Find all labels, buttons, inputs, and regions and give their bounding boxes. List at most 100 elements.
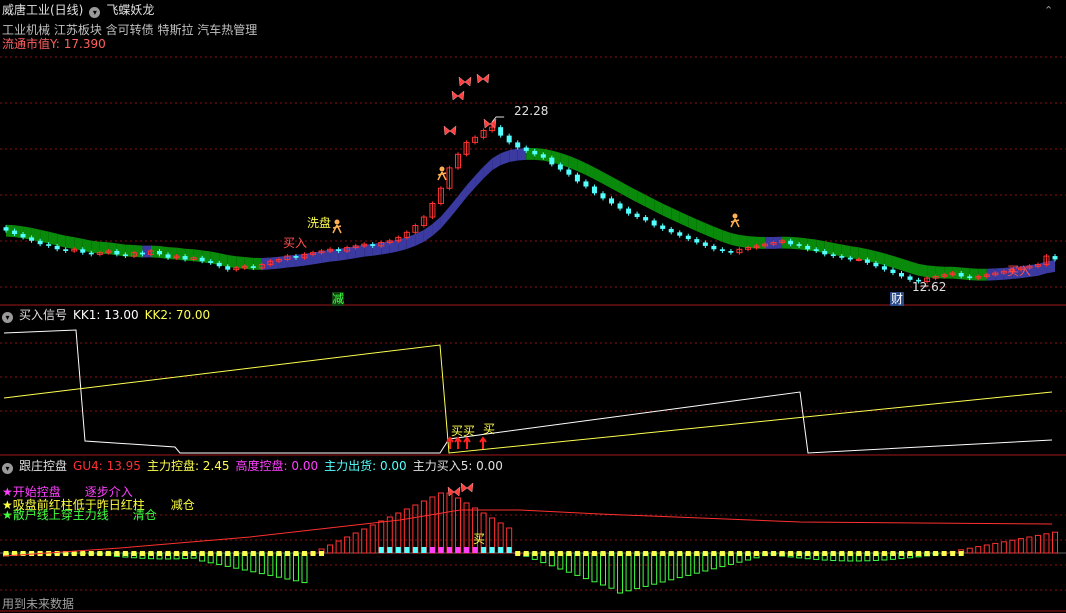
- histogram-stripe: [566, 551, 572, 556]
- ribbon-segment: [423, 224, 433, 242]
- ribbon-segment: [568, 155, 578, 172]
- legend-row-3: ★散户线上穿主力线 清仓: [2, 508, 157, 522]
- histogram-stripe: [898, 551, 904, 556]
- histogram-stripe: [310, 551, 316, 556]
- ribbon-segment: [74, 237, 83, 251]
- ribbon-segment: [611, 176, 621, 194]
- histogram-stripe: [609, 551, 615, 556]
- histogram-stripe: [677, 551, 683, 556]
- histogram-bar: [412, 504, 419, 554]
- histogram-stripe: [660, 551, 666, 556]
- histogram-stripe: [259, 551, 265, 556]
- ribbon-segment: [48, 231, 58, 246]
- finance-badge: 财: [890, 292, 905, 306]
- histogram-stripe: [941, 551, 947, 556]
- candle-body: [199, 257, 205, 262]
- histogram-bar: [369, 524, 376, 554]
- histogram-highlight: [481, 547, 487, 553]
- stock-chart-window: 威唐工业(日线) ▾ 飞蝶妖龙 工业机械 江苏板块 含可转债 特斯拉 汽车热管理 流…: [0, 0, 1066, 613]
- ribbon-segment: [295, 253, 305, 267]
- histogram-stripe: [242, 551, 248, 556]
- candle-body: [498, 127, 504, 136]
- chevron-down-icon[interactable]: ▾: [2, 312, 13, 323]
- ribbon-segment: [475, 166, 484, 188]
- candle-body: [29, 237, 35, 241]
- candle-body: [182, 256, 188, 260]
- candle-body: [46, 244, 52, 246]
- histogram-stripe: [174, 551, 180, 556]
- candle-body: [80, 249, 86, 253]
- histogram-stripe: [250, 551, 256, 556]
- butterfly-icon: [443, 125, 457, 136]
- histogram-bar: [446, 492, 453, 554]
- candle-body: [506, 135, 512, 143]
- candle-body: [719, 249, 725, 251]
- panel3-name[interactable]: 跟庄控盘: [19, 459, 67, 473]
- histogram-bar: [455, 497, 462, 554]
- histogram-stripe: [685, 551, 691, 556]
- chevron-down-icon[interactable]: ▾: [2, 463, 13, 474]
- histogram-highlight: [489, 547, 495, 553]
- low-price-label: 12.62: [912, 280, 947, 294]
- ribbon-segment: [321, 249, 331, 264]
- candle-body: [864, 259, 870, 263]
- histogram-bar: [1000, 541, 1007, 554]
- histogram-stripe: [907, 551, 913, 556]
- legend-gradual-entry: 逐步介入: [84, 485, 133, 499]
- histogram-highlight: [506, 547, 512, 553]
- histogram-bar: [582, 552, 589, 580]
- candle-body: [225, 266, 231, 270]
- candle-body: [643, 217, 649, 221]
- runner-icon: [334, 219, 340, 225]
- candle-body: [54, 245, 60, 250]
- histogram-stripe: [847, 551, 853, 556]
- candle-body: [634, 213, 640, 218]
- indicator-name[interactable]: 飞蝶妖龙: [106, 3, 154, 17]
- candle-body: [847, 257, 853, 260]
- candle-body: [855, 258, 862, 261]
- histogram-stripe: [813, 551, 819, 556]
- histogram-stripe: [319, 551, 325, 556]
- histogram-stripe: [105, 551, 111, 556]
- runner-icon: [732, 213, 738, 219]
- histogram-stripe: [890, 551, 896, 556]
- candle-body: [1052, 256, 1058, 260]
- histogram-highlight: [421, 547, 427, 553]
- high-control-value: 高度控盘: 0.00: [235, 459, 319, 473]
- candle-body: [139, 252, 145, 255]
- histogram-bar: [258, 552, 265, 575]
- histogram-highlight: [404, 547, 410, 553]
- buy-signal-1: 买入: [283, 236, 308, 250]
- ribbon-segment: [833, 242, 842, 257]
- histogram-highlight: [387, 547, 393, 553]
- ribbon-segment: [679, 211, 689, 228]
- panel2-name[interactable]: 买入信号: [19, 308, 67, 322]
- candle-body: [12, 230, 18, 235]
- butterfly-icon: [460, 482, 474, 493]
- histogram-highlight: [438, 547, 444, 553]
- candle-body: [958, 273, 964, 277]
- histogram-bar: [599, 552, 606, 586]
- histogram-stripe: [97, 551, 103, 556]
- legend-clear: 清仓: [132, 508, 157, 522]
- ribbon-segment: [270, 256, 279, 270]
- histogram-bar: [591, 552, 598, 583]
- candle-body: [626, 208, 632, 214]
- ribbon-segment: [628, 186, 638, 203]
- up-chevron-icon[interactable]: ⌃: [1044, 4, 1053, 18]
- histogram-stripe: [873, 551, 879, 556]
- chart-canvas: [0, 56, 1066, 612]
- ribbon-segment: [637, 190, 646, 207]
- stock-name[interactable]: 威唐工业(日线): [2, 3, 83, 17]
- future-data-note: 用到未来数据: [2, 597, 75, 611]
- candle-body: [830, 254, 836, 257]
- chevron-down-icon[interactable]: ▾: [89, 7, 101, 18]
- candle-body: [660, 225, 666, 229]
- histogram-highlight: [412, 547, 418, 553]
- ribbon-segment: [739, 234, 748, 248]
- float-market-value: 流通市值Y: 17.390: [2, 37, 112, 51]
- histogram-bar: [625, 552, 632, 592]
- ribbon-segment: [65, 235, 75, 250]
- ribbon-segment: [730, 233, 740, 247]
- ribbon-segment: [901, 258, 911, 274]
